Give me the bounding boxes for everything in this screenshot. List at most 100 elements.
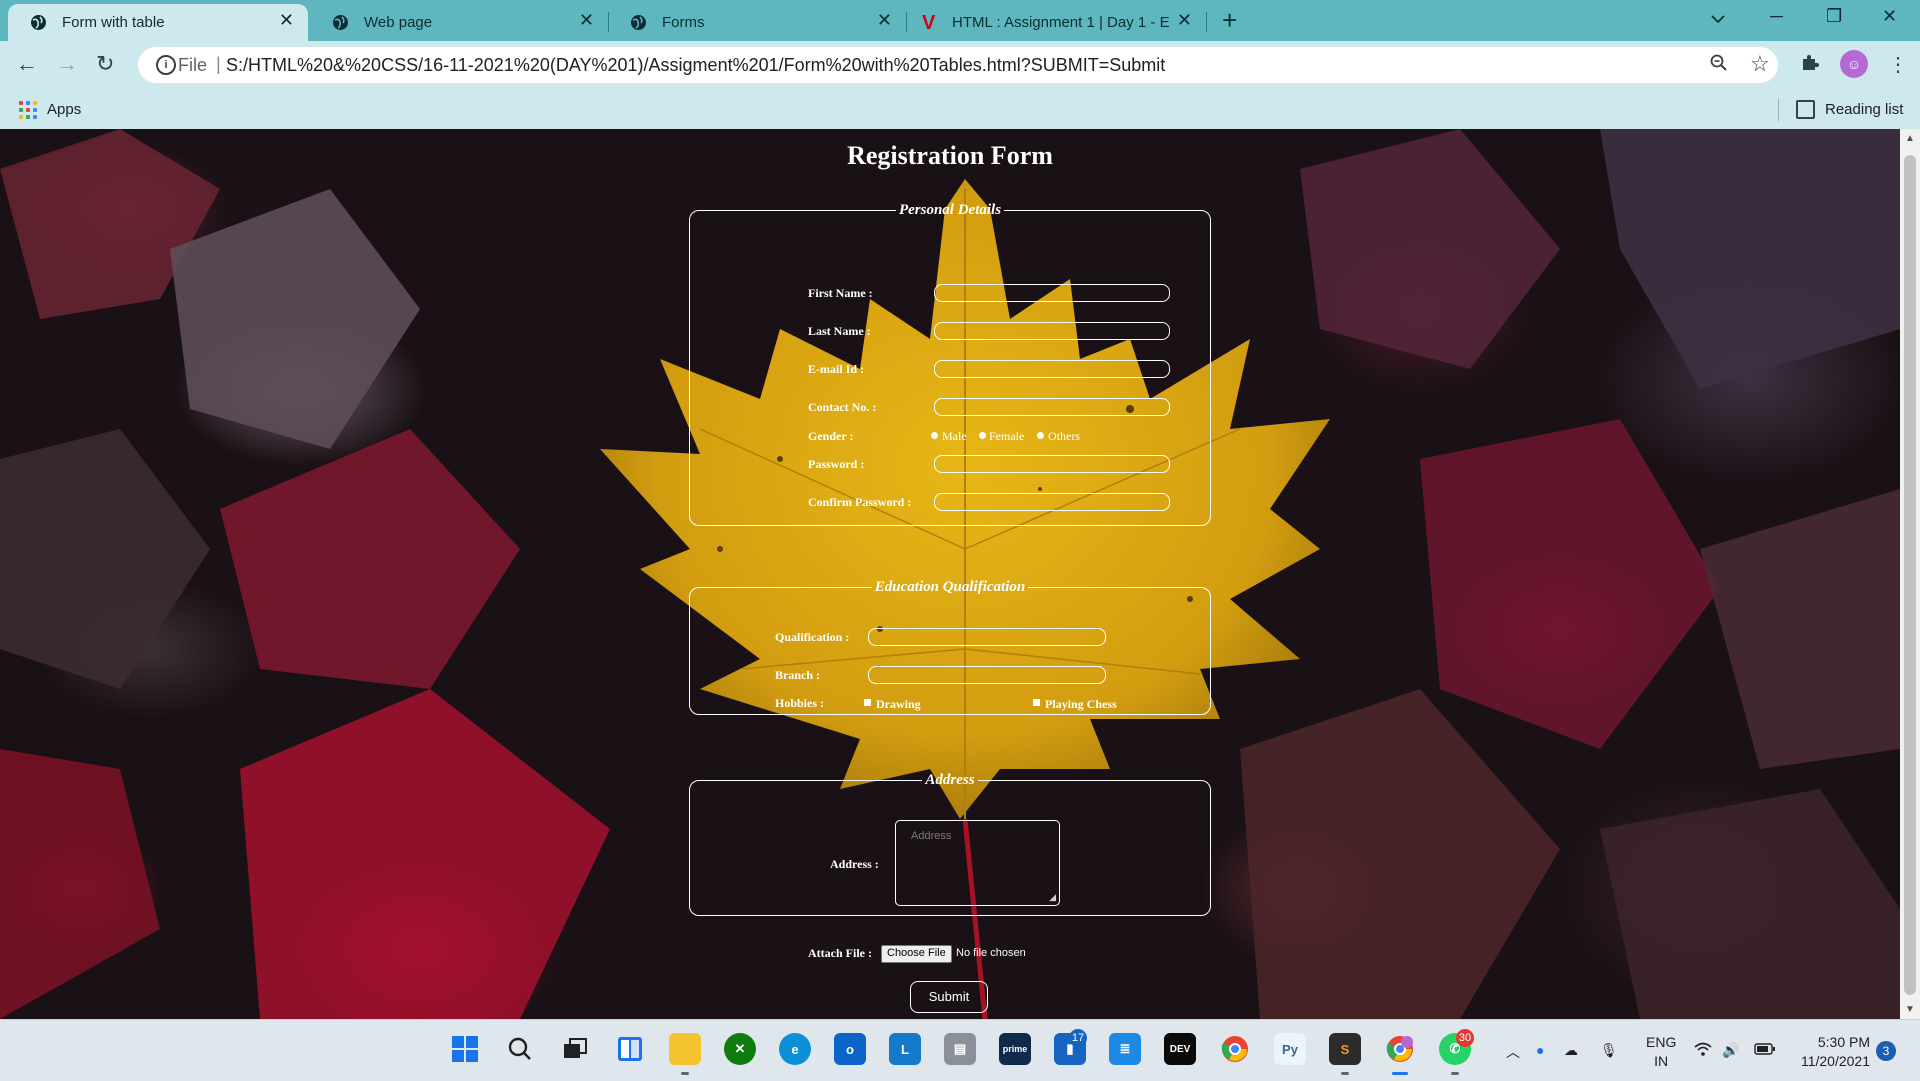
widgets-icon[interactable] (614, 1033, 646, 1065)
globe-icon (630, 14, 647, 35)
bookmark-star-icon[interactable]: ☆ (1750, 51, 1770, 77)
last-name-label: Last Name : (808, 324, 871, 338)
tray-app-icon[interactable]: ● (1536, 1042, 1544, 1058)
branch-label: Branch : (775, 668, 820, 682)
resize-grip-icon[interactable]: ◢ (1049, 892, 1056, 903)
tab-title: HTML : Assignment 1 | Day 1 - Ed (952, 14, 1170, 31)
notepad-icon[interactable]: ≣ (1109, 1033, 1141, 1065)
hobby-drawing-label: Drawing (876, 697, 921, 711)
contact-input[interactable] (934, 398, 1170, 416)
wifi-icon[interactable] (1694, 1042, 1712, 1059)
notification-badge: 17 (1069, 1029, 1087, 1047)
start-windows-icon[interactable] (449, 1033, 481, 1065)
onedrive-cloud-icon[interactable]: ☁ (1564, 1042, 1578, 1059)
chrome-icon[interactable] (1219, 1033, 1251, 1065)
scroll-thumb[interactable] (1904, 155, 1916, 995)
forward-arrow-icon[interactable]: → (56, 51, 78, 77)
address-textarea[interactable]: Address ◢ (895, 820, 1060, 906)
extensions-puzzle-icon[interactable] (1800, 52, 1820, 78)
qualification-input[interactable] (868, 628, 1106, 646)
edge-icon[interactable]: e (779, 1033, 811, 1065)
last-name-input[interactable] (934, 322, 1170, 340)
site-logo-icon: V (922, 12, 936, 34)
volume-icon[interactable]: 🔊 (1722, 1042, 1739, 1059)
battery-icon[interactable] (1754, 1042, 1776, 1058)
info-icon[interactable]: i (156, 55, 176, 75)
dev-app-icon[interactable]: DEV (1164, 1033, 1196, 1065)
scroll-up-arrow-icon[interactable]: ▲ (1905, 133, 1915, 144)
zoom-icon[interactable] (1710, 54, 1728, 78)
apps-grid-icon[interactable] (19, 101, 37, 119)
new-tab-plus-icon[interactable]: + (1222, 5, 1237, 36)
l-app-icon[interactable]: L (889, 1033, 921, 1065)
profile-avatar[interactable]: ☺ (1840, 50, 1868, 78)
password-input[interactable] (934, 455, 1170, 473)
scheme-label: File (178, 55, 208, 75)
sublime-text-icon[interactable]: S (1329, 1033, 1361, 1065)
gender-male-radio[interactable] (931, 432, 938, 439)
tab-web-page[interactable]: Web page ✕ (310, 4, 608, 41)
language-indicator[interactable]: ENG IN (1646, 1033, 1676, 1071)
address-placeholder: Address (911, 830, 952, 842)
back-arrow-icon[interactable]: ← (16, 51, 38, 77)
confirm-password-label: Confirm Password : (808, 495, 912, 509)
reading-list-link[interactable]: Reading list (1825, 101, 1903, 118)
gender-others-label: Others (1048, 429, 1080, 443)
active-indicator (1392, 1072, 1408, 1075)
url-text[interactable]: S:/HTML%20&%20CSS/16-11-2021%20(DAY%201)… (226, 55, 1165, 76)
scroll-down-arrow-icon[interactable]: ▼ (1905, 1004, 1915, 1015)
tray-chevron-up-icon[interactable]: ︿ (1506, 1042, 1520, 1062)
contact-label: Contact No. : (808, 400, 877, 414)
tab-assignment[interactable]: V HTML : Assignment 1 | Day 1 - Ed ✕ (906, 4, 1206, 41)
running-indicator (1341, 1072, 1349, 1075)
menu-kebab-icon[interactable]: ⋮ (1888, 52, 1908, 77)
xbox-icon[interactable]: ✕ (724, 1033, 756, 1065)
minimize-icon[interactable]: ─ (1770, 6, 1783, 27)
globe-icon (30, 14, 47, 35)
notification-badge: 30 (1456, 1029, 1474, 1047)
hobby-drawing-checkbox[interactable] (864, 699, 871, 706)
choose-file-button[interactable]: Choose File (881, 945, 952, 963)
confirm-password-input[interactable] (934, 493, 1170, 511)
hobby-chess-checkbox[interactable] (1033, 699, 1040, 706)
apps-link[interactable]: Apps (47, 101, 81, 118)
task-view-icon[interactable] (559, 1033, 591, 1065)
email-input[interactable] (934, 360, 1170, 378)
close-icon[interactable]: ✕ (279, 10, 294, 31)
tab-form-with-table[interactable]: Form with table ✕ (8, 4, 308, 41)
tab-search-chevron-icon[interactable] (1710, 8, 1726, 29)
notification-count-badge[interactable]: 3 (1876, 1041, 1896, 1061)
tab-forms[interactable]: Forms ✕ (608, 4, 906, 41)
clock[interactable]: 5:30 PM 11/20/2021 (1790, 1033, 1870, 1071)
search-icon[interactable] (504, 1033, 536, 1065)
close-icon[interactable]: ✕ (877, 10, 892, 31)
prime-video-icon[interactable]: prime (999, 1033, 1031, 1065)
hobbies-label: Hobbies : (775, 696, 825, 710)
gender-others-radio[interactable] (1037, 432, 1044, 439)
python-icon[interactable]: Py (1274, 1033, 1306, 1065)
window-close-icon[interactable]: ✕ (1882, 6, 1897, 27)
close-icon[interactable]: ✕ (579, 10, 594, 31)
email-label: E-mail Id : (808, 362, 865, 376)
submit-button[interactable]: Submit (910, 981, 988, 1013)
vertical-scrollbar[interactable]: ▲ ▼ (1900, 129, 1920, 1019)
store-icon[interactable]: ▤ (944, 1033, 976, 1065)
microphone-icon[interactable]: 🎙 (1600, 1042, 1618, 1059)
branch-input[interactable] (868, 666, 1106, 684)
qualification-label: Qualification : (775, 630, 850, 644)
file-explorer-icon[interactable] (669, 1033, 701, 1065)
gender-female-label: Female (989, 429, 1025, 443)
gender-female-radio[interactable] (979, 432, 986, 439)
restore-icon[interactable]: ❐ (1826, 6, 1842, 27)
close-icon[interactable]: ✕ (1177, 10, 1192, 31)
divider (1778, 99, 1779, 121)
date-text: 11/20/2021 (1800, 1053, 1870, 1069)
first-name-input[interactable] (934, 284, 1170, 302)
address-bar[interactable]: i File | S:/HTML%20&%20CSS/16-11-2021%20… (138, 47, 1778, 83)
tab-title: Web page (364, 14, 433, 31)
gender-label: Gender : (808, 429, 854, 443)
reading-list-icon[interactable] (1796, 100, 1815, 119)
reload-icon[interactable]: ↻ (96, 51, 114, 77)
chrome-profile-icon[interactable] (1384, 1033, 1416, 1065)
outlook-icon[interactable]: o (834, 1033, 866, 1065)
